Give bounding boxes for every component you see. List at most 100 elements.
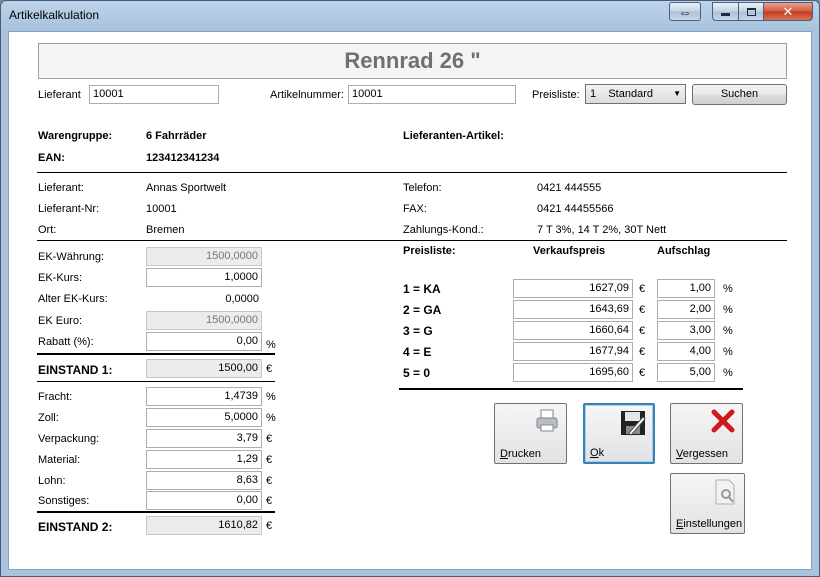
zoll-label: Zoll: <box>38 412 59 424</box>
percent-unit: % <box>723 283 733 295</box>
rabatt-label: Rabatt (%): <box>38 336 94 348</box>
warengruppe-value: 6 Fahrräder <box>146 130 207 142</box>
euro-unit: € <box>639 283 646 295</box>
zoll-input[interactable]: 5,0000 <box>146 408 262 427</box>
divider <box>37 240 787 241</box>
verkaufspreis-input[interactable]: 1695,60 <box>513 363 633 382</box>
aufschlag-input[interactable]: 1,00 <box>657 279 715 298</box>
zahlung-label: Zahlungs-Kond.: <box>403 224 484 236</box>
drucken-label: Drucken <box>500 448 541 460</box>
swap-window-button[interactable]: ⇔ <box>669 2 701 21</box>
close-button[interactable]: ✕ <box>763 2 813 21</box>
percent-unit: % <box>723 346 733 358</box>
euro-unit: € <box>266 495 273 507</box>
euro-unit: € <box>639 304 646 316</box>
cancel-x-icon <box>711 409 735 433</box>
lieferant-nr-label: Lieferant-Nr: <box>38 203 100 215</box>
fracht-input[interactable]: 1,4739 <box>146 387 262 406</box>
euro-unit: € <box>266 454 273 466</box>
einstand2-field: 1610,82 <box>146 516 262 535</box>
title-bar[interactable]: Artikelkalkulation ⇔ ✕ <box>1 1 819 31</box>
save-disk-icon <box>621 411 646 436</box>
ort-label: Ort: <box>38 224 57 236</box>
lieferant-search-input[interactable]: 10001 <box>89 85 219 104</box>
artikelnummer-input[interactable]: 10001 <box>348 85 516 104</box>
maximize-icon <box>746 7 756 16</box>
minimize-button[interactable] <box>712 2 739 21</box>
warengruppe-label: Warengruppe: <box>38 130 113 142</box>
fax-value: 0421 44455566 <box>537 203 614 215</box>
price-row-label: 4 = E <box>403 345 432 359</box>
price-row-label: 2 = GA <box>403 303 442 317</box>
euro-unit: € <box>266 475 273 487</box>
aufschlag-col-header: Aufschlag <box>657 245 711 257</box>
ek-waehrung-field: 1500,0000 <box>146 247 262 266</box>
lieferant-value: Annas Sportwelt <box>146 182 227 194</box>
price-row-label: 1 = KA <box>403 282 441 296</box>
telefon-value: 0421 444555 <box>537 182 602 194</box>
verkaufspreis-input[interactable]: 1643,69 <box>513 300 633 319</box>
verpackung-input[interactable]: 3,79 <box>146 429 262 448</box>
rabatt-input[interactable]: 0,00 <box>146 332 262 351</box>
vergessen-label: Vergessen <box>676 448 728 460</box>
einstand2-label: EINSTAND 2: <box>38 520 113 534</box>
ek-euro-label: EK Euro: <box>38 315 83 327</box>
percent-unit: % <box>266 339 276 351</box>
verkaufspreis-input[interactable]: 1660,64 <box>513 321 633 340</box>
aufschlag-input[interactable]: 4,00 <box>657 342 715 361</box>
verkaufspreis-input[interactable]: 1627,09 <box>513 279 633 298</box>
percent-unit: % <box>723 325 733 337</box>
verpackung-label: Verpackung: <box>38 433 100 445</box>
divider <box>37 511 275 513</box>
lieferant-label: Lieferant: <box>38 182 84 194</box>
settings-document-icon <box>715 479 735 505</box>
divider <box>37 353 275 355</box>
ok-button[interactable]: Ok <box>583 403 655 464</box>
printer-icon <box>536 409 558 432</box>
aufschlag-input[interactable]: 5,00 <box>657 363 715 382</box>
material-input[interactable]: 1,29 <box>146 450 262 469</box>
ean-value: 123412341234 <box>146 152 220 164</box>
verkaufspreis-col-header: Verkaufspreis <box>533 245 606 257</box>
verkaufspreis-input[interactable]: 1677,94 <box>513 342 633 361</box>
aufschlag-input[interactable]: 3,00 <box>657 321 715 340</box>
article-title: Rennrad 26 " <box>38 43 787 79</box>
close-icon: ✕ <box>782 3 794 19</box>
einstand1-field: 1500,00 <box>146 359 262 378</box>
dropdown-arrow-icon: ▼ <box>673 89 681 98</box>
lohn-input[interactable]: 8,63 <box>146 471 262 490</box>
percent-unit: % <box>266 412 276 424</box>
artikelnummer-label: Artikelnummer: <box>270 89 344 101</box>
ek-kurs-label: EK-Kurs: <box>38 272 83 284</box>
zahlung-value: 7 T 3%, 14 T 2%, 30T Nett <box>537 224 667 236</box>
einstand1-label: EINSTAND 1: <box>38 363 113 377</box>
ean-label: EAN: <box>38 152 65 164</box>
ek-kurs-input[interactable]: 1,0000 <box>146 268 262 287</box>
ok-label: Ok <box>590 447 605 459</box>
vergessen-button[interactable]: Vergessen <box>670 403 743 464</box>
euro-unit: € <box>266 520 273 532</box>
ort-value: Bremen <box>146 224 185 236</box>
suchen-button[interactable]: Suchen <box>692 84 787 105</box>
sonstiges-input[interactable]: 0,00 <box>146 491 262 510</box>
telefon-label: Telefon: <box>403 182 442 194</box>
percent-unit: % <box>723 304 733 316</box>
euro-unit: € <box>266 433 273 445</box>
einstellungen-button[interactable]: Einstellungen <box>670 473 745 534</box>
lieferant-search-label: Lieferant <box>38 89 81 101</box>
lohn-label: Lohn: <box>38 475 66 487</box>
fracht-label: Fracht: <box>38 391 73 403</box>
euro-unit: € <box>639 346 646 358</box>
drucken-button[interactable]: Drucken <box>494 403 567 464</box>
price-row-label: 5 = 0 <box>403 366 431 380</box>
divider <box>37 172 787 173</box>
preisliste-label: Preisliste: <box>532 89 580 101</box>
alter-ek-kurs-value: 0,0000 <box>225 293 259 305</box>
maximize-button[interactable] <box>738 2 764 21</box>
lieferant-nr-value: 10001 <box>146 203 177 215</box>
einstellungen-label: Einstellungen <box>676 518 743 530</box>
preisliste-select[interactable]: 1 Standard ▼ <box>585 84 686 104</box>
aufschlag-input[interactable]: 2,00 <box>657 300 715 319</box>
material-label: Material: <box>38 454 81 466</box>
price-row-label: 3 = G <box>403 324 433 338</box>
